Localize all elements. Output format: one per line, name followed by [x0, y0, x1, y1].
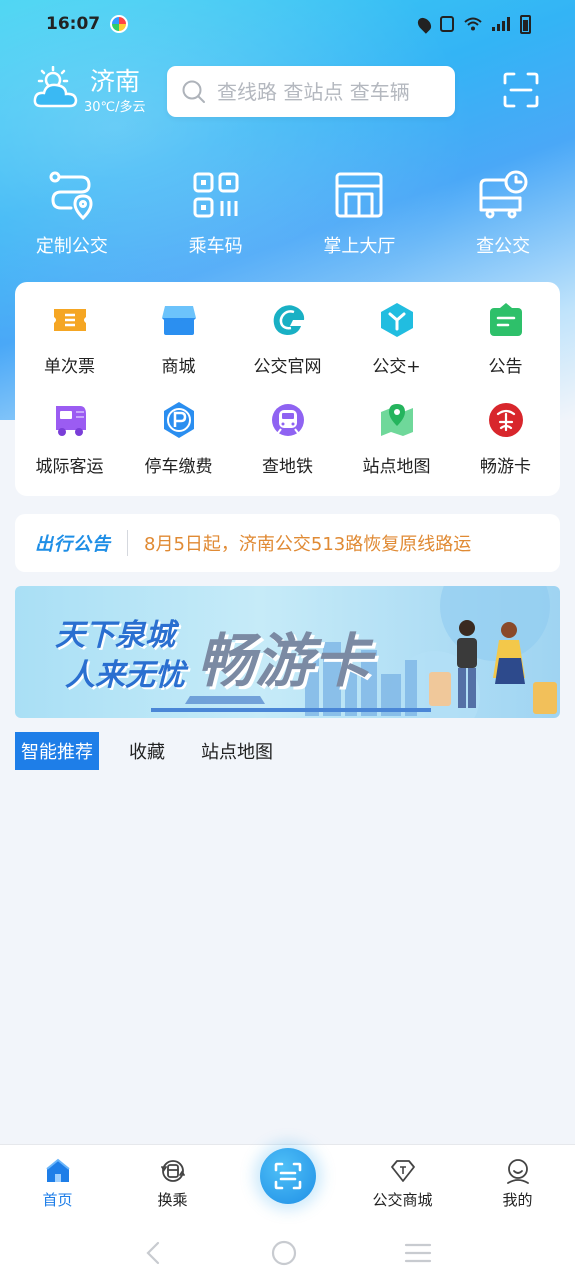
- city-name[interactable]: 济南: [90, 62, 140, 98]
- menu-label: 公交+: [372, 357, 421, 377]
- official-site-icon: [273, 305, 304, 335]
- tab-favorites[interactable]: 收藏: [123, 732, 171, 770]
- quick-label: 掌上大厅: [323, 236, 396, 257]
- menu-intercity[interactable]: 城际客运: [15, 400, 124, 500]
- intercity-bus-icon: [55, 406, 86, 436]
- quick-ride-code[interactable]: 乘车码: [144, 168, 288, 268]
- tour-card-icon: [488, 403, 523, 437]
- quick-label: 乘车码: [188, 236, 243, 257]
- header: 济南 30℃/多云: [0, 60, 575, 122]
- recents-menu-icon[interactable]: [404, 1242, 432, 1264]
- menu-parking[interactable]: 停车缴费: [124, 400, 233, 500]
- menu-label: 单次票: [44, 357, 95, 377]
- notice-divider: [127, 530, 128, 556]
- service-hall-icon: [335, 172, 383, 218]
- bottom-nav: 首页 换乘 公交商城 我的: [0, 1144, 575, 1226]
- nav-scan[interactable]: [230, 1145, 345, 1226]
- promo-banner[interactable]: 天下泉城 人来无忧 畅游卡: [15, 586, 560, 718]
- wifi-icon: [464, 17, 482, 31]
- status-bar: 16:07: [0, 0, 575, 48]
- parking-icon: [163, 402, 194, 438]
- vibrate-icon: [440, 16, 454, 32]
- announcement-icon: [489, 303, 522, 336]
- bus-plus-icon: [380, 303, 413, 337]
- notice-tag: 出行公告: [35, 534, 111, 555]
- search-input[interactable]: [217, 79, 447, 104]
- transfer-icon: [160, 1160, 185, 1182]
- menu-label: 畅游卡: [480, 457, 531, 477]
- menu-label: 站点地图: [362, 457, 431, 477]
- nav-label: 换乘: [157, 1191, 188, 1209]
- quick-bus-search[interactable]: 查公交: [431, 168, 575, 268]
- menu-bus-plus[interactable]: 公交+: [342, 300, 451, 400]
- banner-slogan-line2: 人来无忧: [65, 658, 185, 693]
- scan-button[interactable]: [259, 1148, 316, 1204]
- home-icon: [45, 1158, 70, 1182]
- banner-slogan-line1: 天下泉城: [55, 618, 175, 653]
- metro-icon: [271, 404, 304, 436]
- menu-label: 城际客运: [35, 457, 104, 477]
- menu-shop[interactable]: 商城: [124, 300, 233, 400]
- nav-label: 我的: [502, 1191, 533, 1209]
- nav-home[interactable]: 首页: [0, 1145, 115, 1226]
- nav-label: 公交商城: [372, 1191, 433, 1209]
- back-icon[interactable]: [144, 1241, 164, 1265]
- quick-custom-bus[interactable]: 定制公交: [0, 168, 144, 268]
- battery-icon: [520, 14, 531, 34]
- menu-tour-card[interactable]: 畅游卡: [451, 400, 560, 500]
- search-icon: [182, 80, 205, 103]
- search-bar[interactable]: [167, 66, 455, 117]
- app-notification-icon: [110, 15, 129, 33]
- menu-label: 停车缴费: [144, 457, 213, 477]
- content-tabs: 智能推荐 收藏 站点地图: [15, 732, 303, 770]
- qr-ride-code-icon: [193, 172, 239, 218]
- scan-icon[interactable]: [503, 72, 539, 108]
- menu-official-site[interactable]: 公交官网: [233, 300, 342, 400]
- nav-label: 首页: [42, 1191, 73, 1209]
- system-nav: [0, 1226, 575, 1280]
- scan-code-icon: [274, 1162, 301, 1190]
- menu-label: 查地铁: [262, 457, 313, 477]
- menu-single-ticket[interactable]: 单次票: [15, 300, 124, 400]
- station-map-icon: [380, 404, 413, 436]
- quick-label: 定制公交: [35, 236, 108, 257]
- menu-metro[interactable]: 查地铁: [233, 400, 342, 500]
- custom-bus-route-icon: [49, 171, 93, 221]
- menu-label: 商城: [161, 357, 196, 377]
- status-time: 16:07: [46, 14, 101, 34]
- service-menu: 单次票 商城 公交官网 公交+ 公告 城际客运 停车缴费 查地铁 站点地图 畅游…: [15, 282, 560, 496]
- menu-station-map[interactable]: 站点地图: [342, 400, 451, 500]
- notice-text[interactable]: 8月5日起，济南公交513路恢复原线路运: [144, 530, 471, 556]
- banner-title: 畅游卡: [197, 627, 372, 695]
- weather-text: 30℃/多云: [84, 100, 146, 115]
- signal-icon: [492, 17, 510, 31]
- shop-icon: [161, 306, 196, 335]
- location-icon: [415, 14, 434, 34]
- nav-transfer[interactable]: 换乘: [115, 1145, 230, 1226]
- status-icons: [415, 14, 531, 34]
- menu-label: 公告: [488, 357, 523, 377]
- nav-mine[interactable]: 我的: [460, 1145, 575, 1226]
- menu-announcement[interactable]: 公告: [451, 300, 560, 400]
- diamond-icon: [390, 1160, 415, 1182]
- tab-station-map[interactable]: 站点地图: [195, 732, 279, 770]
- quick-actions: 定制公交 乘车码 掌上大厅 查公交: [0, 168, 575, 268]
- partly-cloudy-icon: [33, 66, 78, 108]
- profile-icon: [506, 1159, 529, 1184]
- ticket-icon: [53, 309, 86, 331]
- quick-service-hall[interactable]: 掌上大厅: [288, 168, 432, 268]
- travel-notice[interactable]: 出行公告 8月5日起，济南公交513路恢复原线路运: [15, 514, 560, 572]
- bus-clock-icon: [479, 170, 528, 219]
- home-circle-icon[interactable]: [271, 1240, 297, 1266]
- menu-label: 公交官网: [253, 357, 322, 377]
- quick-label: 查公交: [476, 236, 531, 257]
- tab-recommend[interactable]: 智能推荐: [15, 732, 99, 770]
- nav-mall[interactable]: 公交商城: [345, 1145, 460, 1226]
